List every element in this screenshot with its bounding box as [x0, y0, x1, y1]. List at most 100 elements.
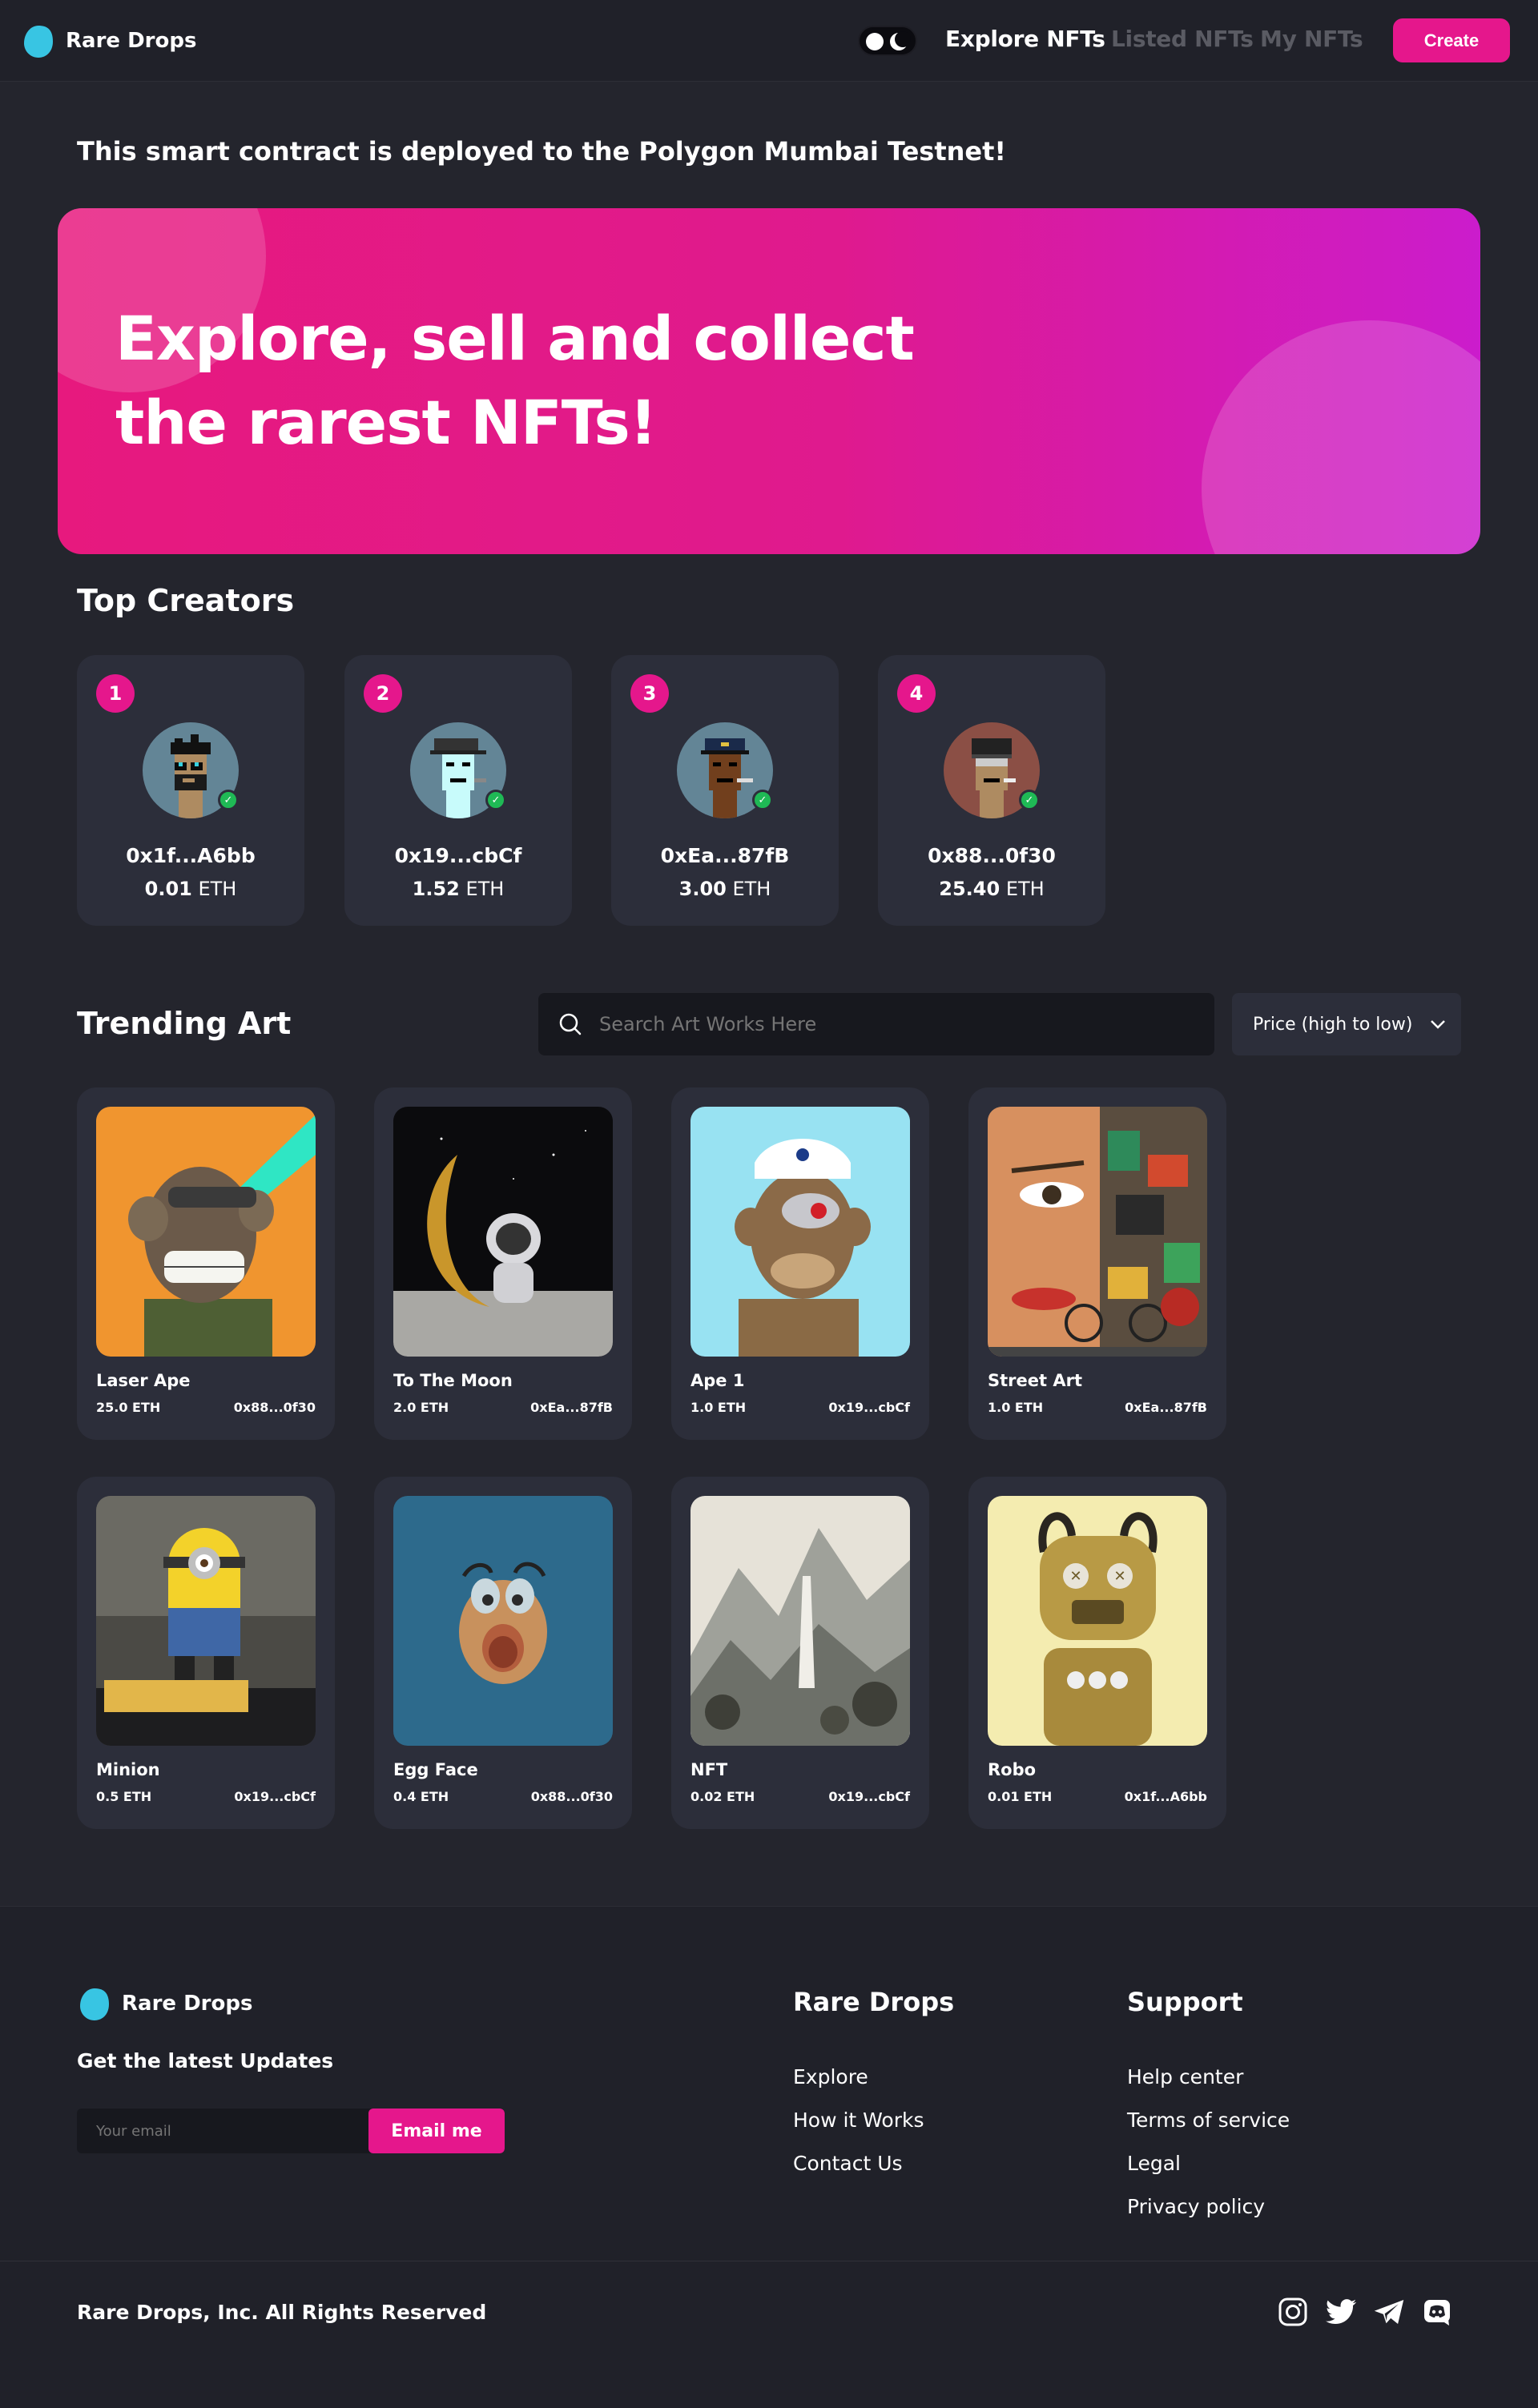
creator-card[interactable]: 2 ✓ 0x19...cbCf 1.52 ETH — [344, 655, 572, 926]
creator-balance: 0.01 ETH — [144, 878, 237, 900]
footer-link-terms[interactable]: Terms of service — [1127, 2109, 1290, 2132]
art-name: To The Moon — [393, 1371, 513, 1390]
art-price: 2.0 ETH — [393, 1400, 449, 1415]
art-owner: 0x19...cbCf — [234, 1789, 316, 1804]
telegram-icon[interactable] — [1373, 2296, 1405, 2328]
art-image — [96, 1496, 316, 1746]
email-field[interactable] — [77, 2109, 368, 2153]
top-navbar: Rare Drops Explore NFTs Listed NFTs My N… — [0, 0, 1538, 82]
rank-badge: 2 — [364, 674, 402, 713]
art-name: Street Art — [988, 1371, 1083, 1390]
art-price: 1.0 ETH — [988, 1400, 1044, 1415]
art-owner: 0xEa...87fB — [530, 1400, 613, 1415]
art-card[interactable]: Laser Ape 25.0 ETH 0x88...0f30 — [77, 1087, 335, 1440]
footer-brand-name: Rare Drops — [122, 1992, 253, 2016]
svg-text:✕: ✕ — [1113, 1568, 1125, 1585]
creator-card[interactable]: 3 ✓ 0xEa...87fB 3.00 ETH — [611, 655, 839, 926]
art-name: Laser Ape — [96, 1371, 191, 1390]
footer-link-contact-us[interactable]: Contact Us — [793, 2152, 903, 2175]
instagram-icon[interactable] — [1277, 2296, 1309, 2328]
search-bar[interactable] — [538, 993, 1214, 1055]
nav-explore-nfts[interactable]: Explore NFTs — [945, 26, 1105, 52]
footer-col-support-title: Support — [1127, 1987, 1243, 2017]
search-input[interactable] — [599, 1013, 1208, 1035]
art-name: Minion — [96, 1760, 160, 1779]
art-name: NFT — [690, 1760, 728, 1779]
creator-address: 0x1f...A6bb — [126, 844, 256, 867]
footer-brand-logo[interactable]: Rare Drops — [79, 1985, 252, 2022]
art-owner: 0x88...0f30 — [530, 1789, 613, 1804]
droplet-logo-icon — [80, 1988, 109, 2020]
art-card[interactable]: ✕ ✕ Robo 0.01 ETH 0x1f...A6bb — [968, 1477, 1226, 1829]
verified-check-icon: ✓ — [1019, 790, 1040, 810]
brand-logo[interactable]: Rare Drops — [22, 22, 196, 59]
creator-card[interactable]: 1 ✓ 0x1f...A6bb 0.01 ETH — [77, 655, 304, 926]
verified-check-icon: ✓ — [218, 790, 239, 810]
art-card[interactable]: Minion 0.5 ETH 0x19...cbCf — [77, 1477, 335, 1829]
art-price: 0.4 ETH — [393, 1789, 449, 1804]
art-card[interactable]: Egg Face 0.4 ETH 0x88...0f30 — [374, 1477, 632, 1829]
footer: Rare Drops Get the latest Updates Email … — [0, 1906, 1538, 2408]
creator-card[interactable]: 4 ✓ 0x88...0f30 25.40 ETH — [878, 655, 1105, 926]
nav-my-nfts[interactable]: My NFTs — [1260, 26, 1363, 52]
footer-link-privacy-policy[interactable]: Privacy policy — [1127, 2195, 1265, 2218]
creator-address: 0x19...cbCf — [394, 844, 522, 867]
art-image — [393, 1107, 613, 1357]
footer-link-help-center[interactable]: Help center — [1127, 2065, 1243, 2088]
sort-label: Price (high to low) — [1253, 1014, 1413, 1035]
art-card[interactable]: Street Art 1.0 ETH 0xEa...87fB — [968, 1087, 1226, 1440]
top-creators-title: Top Creators — [77, 583, 295, 618]
art-image — [96, 1107, 316, 1357]
nav-listed-nfts[interactable]: Listed NFTs — [1111, 26, 1254, 52]
creator-balance: 1.52 ETH — [412, 878, 505, 900]
rank-badge: 3 — [630, 674, 669, 713]
footer-col-rare-drops-title: Rare Drops — [793, 1987, 955, 2017]
art-card[interactable]: NFT 0.02 ETH 0x19...cbCf — [671, 1477, 929, 1829]
creator-balance: 25.40 ETH — [939, 878, 1045, 900]
updates-heading: Get the latest Updates — [77, 2049, 334, 2072]
footer-link-how-it-works[interactable]: How it Works — [793, 2109, 924, 2132]
verified-check-icon: ✓ — [485, 790, 506, 810]
art-price: 0.5 ETH — [96, 1789, 152, 1804]
art-name: Robo — [988, 1760, 1037, 1779]
creator-address: 0x88...0f30 — [928, 844, 1056, 867]
art-price: 1.0 ETH — [690, 1400, 747, 1415]
copyright: Rare Drops, Inc. All Rights Reserved — [77, 2301, 487, 2324]
sort-dropdown[interactable]: Price (high to low) — [1232, 993, 1461, 1055]
footer-link-legal[interactable]: Legal — [1127, 2152, 1181, 2175]
hero-line-2: the rarest NFTs! — [115, 387, 657, 458]
art-name: Ape 1 — [690, 1371, 745, 1390]
chevron-down-icon — [1431, 1020, 1446, 1029]
rank-badge: 4 — [897, 674, 936, 713]
svg-text:✕: ✕ — [1069, 1568, 1081, 1585]
art-name: Egg Face — [393, 1760, 478, 1779]
create-button[interactable]: Create — [1393, 18, 1510, 62]
art-image — [988, 1107, 1207, 1357]
creator-balance: 3.00 ETH — [678, 878, 771, 900]
art-image — [690, 1107, 910, 1357]
art-price: 0.02 ETH — [690, 1789, 755, 1804]
rank-badge: 1 — [96, 674, 135, 713]
art-card[interactable]: Ape 1 1.0 ETH 0x19...cbCf — [671, 1087, 929, 1440]
email-me-button[interactable]: Email me — [368, 2109, 505, 2153]
droplet-logo-icon — [24, 26, 53, 58]
footer-link-explore[interactable]: Explore — [793, 2065, 868, 2088]
art-price: 0.01 ETH — [988, 1789, 1053, 1804]
twitter-icon[interactable] — [1325, 2296, 1357, 2328]
creator-address: 0xEa...87fB — [660, 844, 790, 867]
art-image: ✕ ✕ — [988, 1496, 1207, 1746]
search-icon — [559, 1013, 582, 1035]
art-price: 25.0 ETH — [96, 1400, 161, 1415]
art-owner: 0x19...cbCf — [828, 1400, 910, 1415]
hero-heading: Explore, sell and collect the rarest NFT… — [115, 296, 916, 464]
sun-icon — [866, 33, 884, 50]
hero-line-1: Explore, sell and collect — [115, 303, 915, 374]
art-card[interactable]: To The Moon 2.0 ETH 0xEa...87fB — [374, 1087, 632, 1440]
art-owner: 0x19...cbCf — [828, 1789, 910, 1804]
hero-banner: Explore, sell and collect the rarest NFT… — [58, 208, 1480, 554]
newsletter-form: Email me — [77, 2109, 505, 2153]
trending-art-title: Trending Art — [77, 1006, 292, 1041]
discord-icon[interactable] — [1421, 2296, 1453, 2328]
theme-toggle[interactable] — [858, 26, 917, 56]
art-owner: 0x88...0f30 — [233, 1400, 316, 1415]
